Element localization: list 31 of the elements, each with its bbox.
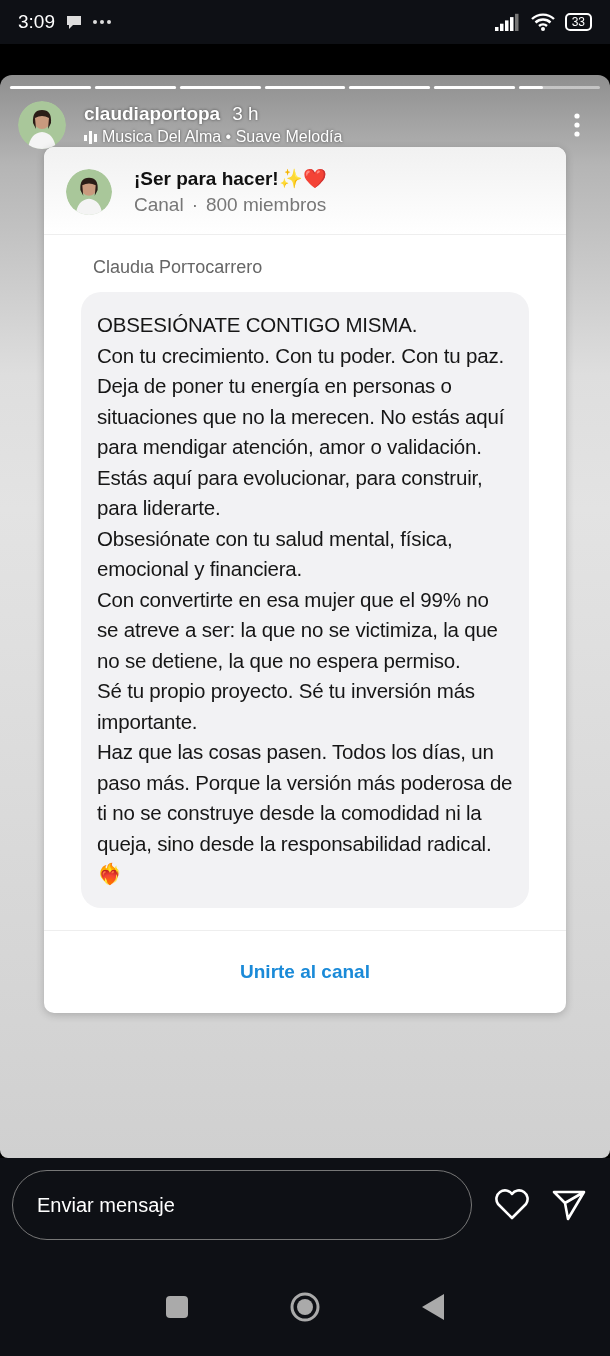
message-paragraph: Con convertirte en esa mujer que el 99% no se atreve a ser: la que no se victimiza, la que no se detiene, la que no espera permiso.	[97, 586, 499, 674]
clock: 3:09	[18, 11, 55, 33]
chat-icon	[65, 14, 83, 30]
member-count: 800 miembros	[206, 194, 327, 216]
channel-type: Canal	[134, 194, 184, 216]
battery-level: 33	[564, 13, 592, 31]
music-label[interactable]: Musica Del Alma • Suave Melodía	[102, 128, 343, 146]
message-paragraph: Con tu crecimiento. Con tu poder. Con tu paz.	[97, 342, 505, 369]
recents-button[interactable]	[166, 1296, 188, 1318]
avatar-icon	[66, 168, 112, 215]
signal-icon	[494, 13, 521, 31]
channel-name: ¡Ser para hacer!✨❤	[134, 167, 327, 190]
heart-icon[interactable]	[494, 1189, 530, 1221]
username[interactable]: claudiaportopa	[84, 103, 221, 125]
more-options-icon[interactable]	[574, 113, 580, 137]
home-button[interactable]	[290, 1292, 320, 1322]
separator-dot: ·	[191, 194, 198, 216]
more-icon	[93, 20, 111, 24]
sender-name: Claudιa Porтocarrero	[92, 256, 264, 279]
message-field[interactable]: Enviar mensaje	[12, 1170, 472, 1240]
message-paragraph: Sé tu propio proyecto. Sé tu inversión más importante.	[97, 678, 476, 735]
message-paragraph: Haz que las cosas pasen. Todos los días, un paso más. Porque la versión más poderosa de ti no se construye desde la comodidad ni la queja, sino desde la responsabilidad radical.❤‍🔥	[97, 739, 513, 887]
wifi-icon	[530, 13, 555, 31]
post-age: 3 h	[232, 103, 259, 125]
message-paragraph: Obsesiónate con tu salud mental, física, emocional y financiera.	[97, 525, 454, 582]
music-bars-icon	[84, 130, 98, 144]
message-paragraph: Deja de poner tu energía en personas o situaciones que no la merecen. No estás aquí para mendigar atención, amor o validación. Estás aquí para evolucionar, para construir, para liderarte.	[97, 373, 506, 521]
join-channel-button[interactable]: Unirte al canal	[44, 929, 566, 1013]
send-icon[interactable]	[552, 1189, 586, 1221]
back-button[interactable]	[422, 1294, 444, 1320]
message-paragraph: OBSESIÓNATE CONTIGO MISMA.	[97, 312, 419, 338]
